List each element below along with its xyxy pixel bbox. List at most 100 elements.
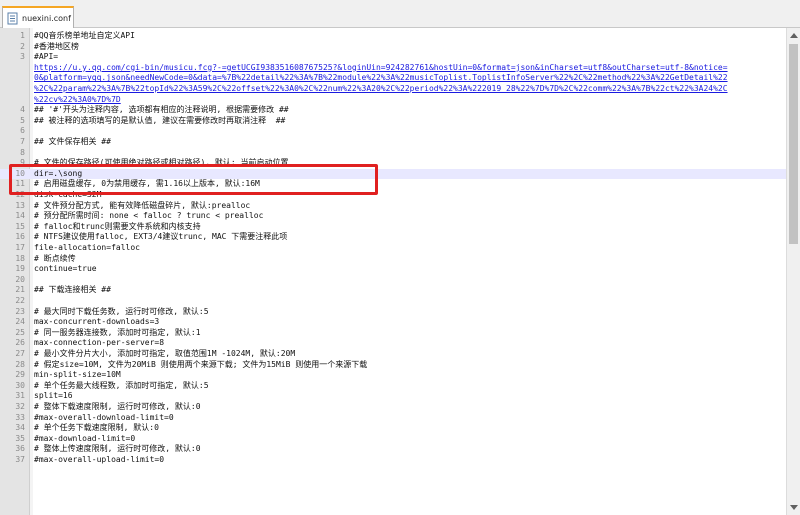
line-number: 7 (20, 137, 25, 146)
code-line-url-text[interactable]: %22cv%22%3A0%7D%7D (34, 95, 121, 106)
tab-bar: nuexini.conf (0, 0, 800, 28)
code-line[interactable]: 20 (0, 275, 786, 286)
line-number: 1 (20, 31, 25, 40)
code-line[interactable]: 28 # 假定size=10M, 文件为20MiB 则使用两个来源下载; 文件为1… (0, 360, 786, 371)
code-line[interactable]: 21 ## 下载连接相关 ## (0, 285, 786, 296)
code-line[interactable]: 5 ## 被注释的选项填写的是默认值, 建议在需要修改时再取消注释 ## (0, 116, 786, 127)
code-line[interactable]: 30 # 单个任务最大线程数, 添加时可指定, 默认:5 (0, 381, 786, 392)
line-number: 32 (15, 402, 25, 411)
code-line[interactable]: 29 min-split-size=10M (0, 370, 786, 381)
code-line[interactable]: 16 # NTFS建议使用falloc, EXT3/4建议trunc, MAC 下… (0, 232, 786, 243)
code-line-text: # 整体上传速度限制, 运行时可修改, 默认:0 (34, 444, 201, 454)
code-line[interactable]: 18 # 断点续传 (0, 254, 786, 265)
vertical-scrollbar[interactable] (786, 28, 800, 515)
code-line[interactable]: 1 #QQ音乐榜单地址自定义API (0, 31, 786, 42)
code-line-text: #QQ音乐榜单地址自定义API (34, 31, 135, 40)
code-line[interactable]: 24 max-concurrent-downloads=3 (0, 317, 786, 328)
code-line[interactable]: 13 # 文件预分配方式, 能有效降低磁盘碎片, 默认:prealloc (0, 201, 786, 212)
code-line[interactable]: %22cv%22%3A0%7D%7D (0, 95, 786, 106)
code-line-text: min-split-size=10M (34, 370, 121, 380)
code-line-text: #香港地区榜 (34, 41, 79, 51)
line-number: 20 (15, 274, 25, 284)
code-line[interactable]: 6 (0, 126, 786, 137)
code-line[interactable]: 7 ## 文件保存相关 ## (0, 137, 786, 148)
code-line[interactable]: 27 # 最小文件分片大小, 添加时可指定, 取值范围1M -1024M, 默认:… (0, 349, 786, 360)
line-number: 34 (15, 423, 25, 433)
code-line[interactable]: 36 # 整体上传速度限制, 运行时可修改, 默认:0 (0, 444, 786, 455)
code-line-text: max-connection-per-server=8 (34, 338, 165, 348)
line-number: 21 (15, 285, 25, 295)
code-line[interactable]: 34 # 单个任务下载速度限制, 默认:0 (0, 423, 786, 434)
code-line-text: file-allocation=falloc (34, 243, 140, 252)
line-number: 27 (15, 349, 25, 358)
code-line[interactable]: 4 ## '#'开头为注释内容, 选项都有相应的注释说明, 根据需要修改 ## (0, 105, 786, 116)
tab-label: nuexini.conf (22, 13, 71, 23)
code-line-text: max-concurrent-downloads=3 (34, 317, 160, 327)
code-line-text: # falloc和trunc则需要文件系统和内核支持 (34, 221, 201, 231)
line-number: 3 (20, 52, 25, 62)
code-line[interactable]: 19 continue=true (0, 264, 786, 275)
line-number: 26 (15, 338, 25, 348)
code-line[interactable]: 17 file-allocation=falloc (0, 243, 786, 254)
code-line-text: # 整体下载速度限制, 运行时可修改, 默认:0 (34, 402, 201, 411)
line-number: 22 (15, 296, 25, 305)
code-line[interactable]: 31 split=16 (0, 391, 786, 402)
code-line[interactable]: 15 # falloc和trunc则需要文件系统和内核支持 (0, 222, 786, 233)
line-number: 28 (15, 359, 25, 369)
code-line[interactable]: 8 (0, 148, 786, 159)
line-number: 13 (15, 200, 25, 210)
code-line-url-text[interactable]: 0&platform=yqq.json&needNewCode=0&data=%… (34, 73, 728, 84)
code-line[interactable]: 35 #max-download-limit=0 (0, 434, 786, 445)
scroll-up-arrow-icon[interactable] (790, 33, 798, 38)
scroll-down-arrow-icon[interactable] (790, 505, 798, 510)
scrollbar-thumb[interactable] (789, 44, 798, 244)
code-line-text: # 同一服务器连接数, 添加时可指定, 默认:1 (34, 327, 201, 337)
code-line-text: # 单个任务下载速度限制, 默认:0 (34, 423, 159, 433)
code-line-text: # 预分配所需时间: none < falloc ? trunc < preal… (34, 211, 264, 221)
code-line[interactable]: 33 #max-overall-download-limit=0 (0, 413, 786, 424)
code-line-text: # 断点续传 (34, 253, 76, 263)
line-number: 2 (20, 41, 25, 51)
code-line[interactable]: 25 # 同一服务器连接数, 添加时可指定, 默认:1 (0, 328, 786, 339)
tab-nuexini-conf[interactable]: nuexini.conf (2, 6, 74, 28)
line-number: 23 (15, 306, 25, 316)
code-line[interactable]: 3 #API= (0, 52, 786, 63)
line-number: 4 (20, 105, 25, 115)
line-number: 35 (15, 433, 25, 443)
code-line-text: ## 下载连接相关 ## (34, 285, 111, 295)
code-line[interactable]: %2C%22param%22%3A%7B%22topId%22%3A59%2C%… (0, 84, 786, 95)
code-line-text: ## 文件保存相关 ## (34, 137, 111, 146)
code-line-url-text[interactable]: %2C%22param%22%3A%7B%22topId%22%3A59%2C%… (34, 84, 728, 95)
code-line[interactable]: 23 # 最大同时下载任务数, 运行时可修改, 默认:5 (0, 307, 786, 318)
line-number: 33 (15, 412, 25, 422)
code-line[interactable]: 22 (0, 296, 786, 307)
code-line-text: # 假定size=10M, 文件为20MiB 则使用两个来源下载; 文件为15M… (34, 359, 368, 369)
line-number: 37 (15, 455, 25, 464)
text-file-icon (7, 12, 18, 24)
code-line[interactable]: 0&platform=yqq.json&needNewCode=0&data=%… (0, 73, 786, 84)
code-line-text: split=16 (34, 391, 73, 401)
line-number: 36 (15, 444, 25, 454)
code-line-text: # 最小文件分片大小, 添加时可指定, 取值范围1M -1024M, 默认:20… (34, 349, 296, 358)
code-line[interactable]: 32 # 整体下载速度限制, 运行时可修改, 默认:0 (0, 402, 786, 413)
code-line[interactable]: 2 #香港地区榜 (0, 42, 786, 53)
code-line[interactable]: 37 #max-overall-upload-limit=0 (0, 455, 786, 466)
line-number: 24 (15, 317, 25, 327)
line-number: 15 (15, 221, 25, 231)
line-number: 25 (15, 327, 25, 337)
line-number: 31 (15, 391, 25, 401)
highlight-annotation-box (9, 164, 378, 195)
editor-area[interactable]: 1 #QQ音乐榜单地址自定义API 2 #香港地区榜 3 #API= https://u.y… (0, 28, 786, 515)
code-line-text: ## '#'开头为注释内容, 选项都有相应的注释说明, 根据需要修改 ## (34, 105, 289, 115)
code-line-text: # 文件预分配方式, 能有效降低磁盘碎片, 默认:prealloc (34, 200, 251, 210)
code-line-text: ## 被注释的选项填写的是默认值, 建议在需要修改时再取消注释 ## (34, 115, 286, 125)
code-line-text: # 单个任务最大线程数, 添加时可指定, 默认:5 (34, 380, 209, 390)
line-number: 29 (15, 370, 25, 380)
code-line-url-text[interactable]: https://u.y.qq.com/cgi-bin/musicu.fcg?-=… (34, 63, 728, 74)
line-number: 14 (15, 211, 25, 221)
code-line-text: #API= (34, 52, 59, 62)
code-line-text: # 最大同时下载任务数, 运行时可修改, 默认:5 (34, 306, 209, 316)
code-line[interactable]: 14 # 预分配所需时间: none < falloc ? trunc < pre… (0, 211, 786, 222)
code-line[interactable]: https://u.y.qq.com/cgi-bin/musicu.fcg?-=… (0, 63, 786, 74)
code-line[interactable]: 26 max-connection-per-server=8 (0, 338, 786, 349)
